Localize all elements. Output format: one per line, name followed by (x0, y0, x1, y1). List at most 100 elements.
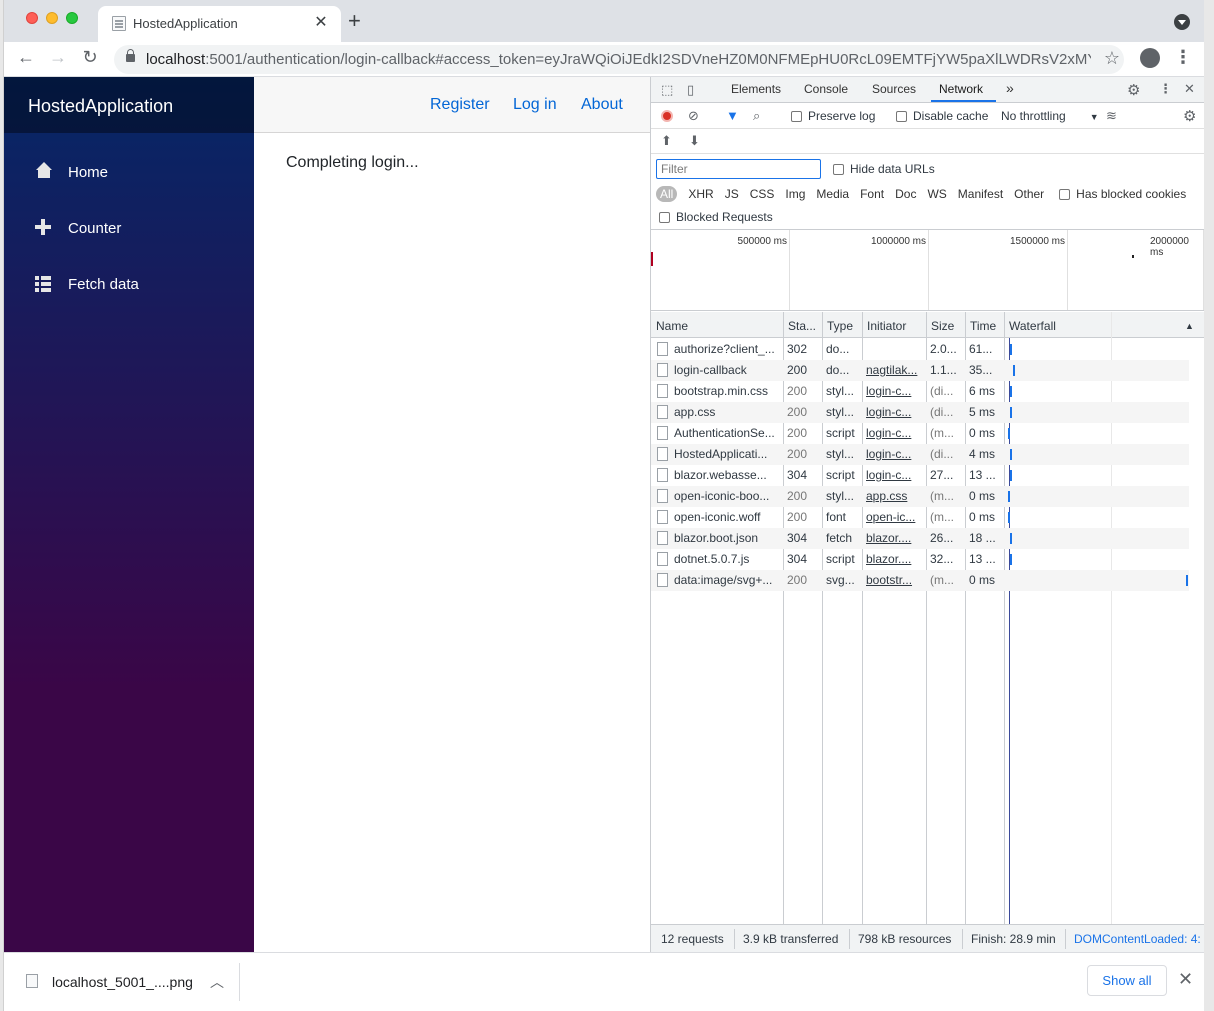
col-name[interactable]: Name (656, 319, 688, 333)
table-row[interactable]: app.css 200 styl... login-c... (di... 5 ms (651, 402, 1189, 423)
browser-toolbar: ← → ↻ localhost:5001/authentication/logi… (4, 42, 1204, 77)
browser-tab[interactable]: HostedApplication ✕ (98, 6, 341, 42)
cell-time: 4 ms (969, 447, 996, 461)
filter-ws[interactable]: WS (927, 187, 946, 201)
network-settings-gear-icon[interactable]: ⚙ (1183, 107, 1196, 125)
col-type[interactable]: Type (827, 319, 853, 333)
requests-count: 12 requests (661, 932, 724, 946)
network-overview-timeline[interactable]: 500000 ms 1000000 ms 1500000 ms 2000000 … (651, 229, 1204, 311)
table-row[interactable]: AuthenticationSe... 200 script login-c... (m… (651, 423, 1189, 444)
filter-xhr[interactable]: XHR (688, 187, 713, 201)
forward-button[interactable]: → (46, 47, 70, 68)
filter-font[interactable]: Font (860, 187, 884, 201)
network-conditions-icon[interactable]: ≋ (1106, 108, 1117, 124)
active-tab-indicator (931, 100, 996, 102)
search-icon[interactable]: ⌕ (753, 108, 760, 124)
filter-icon[interactable]: ▼ (726, 108, 739, 123)
preserve-log-checkbox[interactable]: Preserve log (791, 109, 875, 123)
table-row[interactable]: data:image/svg+... 200 svg... bootstr... (m.… (651, 570, 1189, 591)
disable-cache-checkbox[interactable]: Disable cache (896, 109, 988, 123)
filter-img[interactable]: Img (785, 187, 805, 201)
more-tabs-icon[interactable]: » (1006, 80, 1014, 96)
bookmark-star-icon[interactable]: ☆ (1104, 48, 1120, 69)
nav-item-fetch-data[interactable]: Fetch data (34, 269, 139, 299)
export-har-icon[interactable]: ⬇ (689, 133, 700, 149)
reload-button[interactable]: ↻ (78, 47, 102, 68)
col-time[interactable]: Time (970, 319, 996, 333)
browser-menu-icon[interactable]: ⋮ (1174, 47, 1192, 68)
clear-icon[interactable]: ⊘ (688, 108, 699, 124)
table-row[interactable]: blazor.boot.json 304 fetch blazor.... 26... 1… (651, 528, 1189, 549)
cell-initiator[interactable]: nagtilak... (866, 363, 924, 377)
cell-initiator[interactable]: open-ic... (866, 510, 924, 524)
table-row[interactable]: blazor.webasse... 304 script login-c... 27..… (651, 465, 1189, 486)
table-row[interactable]: HostedApplicati... 200 styl... login-c... (d… (651, 444, 1189, 465)
tab-close-icon[interactable]: ✕ (311, 12, 331, 32)
close-shelf-icon[interactable]: ✕ (1178, 969, 1193, 990)
new-tab-button[interactable]: + (348, 8, 361, 34)
filter-all[interactable]: All (656, 186, 678, 202)
filter-media[interactable]: Media (816, 187, 849, 201)
table-row[interactable]: open-iconic.woff 200 font open-ic... (m... 0 … (651, 507, 1189, 528)
filter-js[interactable]: JS (725, 187, 739, 201)
device-toolbar-icon[interactable]: ▯ (687, 82, 694, 98)
devtools-menu-icon[interactable]: ⋮ (1159, 81, 1172, 97)
waterfall-bar (1008, 491, 1010, 502)
table-row[interactable]: dotnet.5.0.7.js 304 script blazor.... 32... 1… (651, 549, 1189, 570)
settings-gear-icon[interactable]: ⚙ (1127, 81, 1140, 99)
app-brand[interactable]: HostedApplication (28, 96, 173, 116)
waterfall-bar (1010, 470, 1012, 481)
tab-console[interactable]: Console (804, 82, 848, 96)
tab-network[interactable]: Network (939, 82, 983, 96)
cell-initiator[interactable]: app.css (866, 489, 924, 503)
close-devtools-icon[interactable]: ✕ (1184, 81, 1195, 97)
record-icon[interactable] (661, 110, 673, 122)
minimize-window-button[interactable] (46, 12, 58, 24)
cell-initiator[interactable]: blazor.... (866, 531, 924, 545)
table-row[interactable]: bootstrap.min.css 200 styl... login-c... (di… (651, 381, 1189, 402)
col-status[interactable]: Sta... (788, 319, 816, 333)
cell-initiator[interactable]: bootstr... (866, 573, 924, 587)
filter-css[interactable]: CSS (750, 187, 775, 201)
address-bar[interactable]: localhost:5001/authentication/login-call… (114, 45, 1124, 74)
maximize-window-button[interactable] (66, 12, 78, 24)
download-filename[interactable]: localhost_5001_....png (52, 974, 193, 990)
has-blocked-cookies-checkbox[interactable]: Has blocked cookies (1059, 187, 1186, 201)
col-waterfall[interactable]: Waterfall (1009, 319, 1056, 333)
import-har-icon[interactable]: ⬆ (661, 133, 672, 149)
cell-initiator[interactable]: login-c... (866, 447, 924, 461)
nav-item-home[interactable]: Home (34, 157, 108, 187)
blocked-requests-checkbox[interactable]: Blocked Requests (659, 210, 773, 224)
filter-doc[interactable]: Doc (895, 187, 916, 201)
hide-data-urls-checkbox[interactable]: Hide data URLs (833, 162, 935, 176)
table-row[interactable]: login-callback 200 do... nagtilak... 1.1... 3… (651, 360, 1189, 381)
chevron-up-icon[interactable]: ︿ (210, 972, 224, 992)
cell-initiator[interactable]: blazor.... (866, 552, 924, 566)
cell-initiator[interactable]: login-c... (866, 468, 924, 482)
tab-elements[interactable]: Elements (731, 82, 781, 96)
profile-avatar-icon[interactable] (1140, 48, 1160, 68)
col-size[interactable]: Size (931, 319, 954, 333)
filter-manifest[interactable]: Manifest (958, 187, 1003, 201)
cell-initiator[interactable]: login-c... (866, 405, 924, 419)
back-button[interactable]: ← (14, 47, 38, 68)
tab-sources[interactable]: Sources (872, 82, 916, 96)
table-row[interactable]: open-iconic-boo... 200 styl... app.css (m...… (651, 486, 1189, 507)
cell-initiator[interactable]: login-c... (866, 426, 924, 440)
nav-item-counter[interactable]: Counter (34, 213, 121, 243)
url-text[interactable]: localhost:5001/authentication/login-call… (146, 51, 1091, 68)
col-initiator[interactable]: Initiator (867, 319, 906, 333)
inspect-element-icon[interactable]: ⬚ (661, 82, 673, 98)
throttling-select[interactable]: No throttling ▼ (1001, 109, 1099, 123)
close-window-button[interactable] (26, 12, 38, 24)
filter-other[interactable]: Other (1014, 187, 1044, 201)
show-all-button[interactable]: Show all (1087, 965, 1167, 996)
cell-initiator[interactable]: login-c... (866, 384, 924, 398)
filter-input[interactable]: Filter (656, 159, 821, 179)
tab-search-icon[interactable] (1174, 14, 1190, 30)
about-link[interactable]: About (581, 96, 623, 114)
register-link[interactable]: Register (430, 96, 490, 114)
login-link[interactable]: Log in (513, 96, 557, 114)
sort-ascending-icon[interactable]: ▲ (1185, 321, 1194, 331)
table-row[interactable]: authorize?client_... 302 do... 2.0... 61... (651, 339, 1189, 360)
